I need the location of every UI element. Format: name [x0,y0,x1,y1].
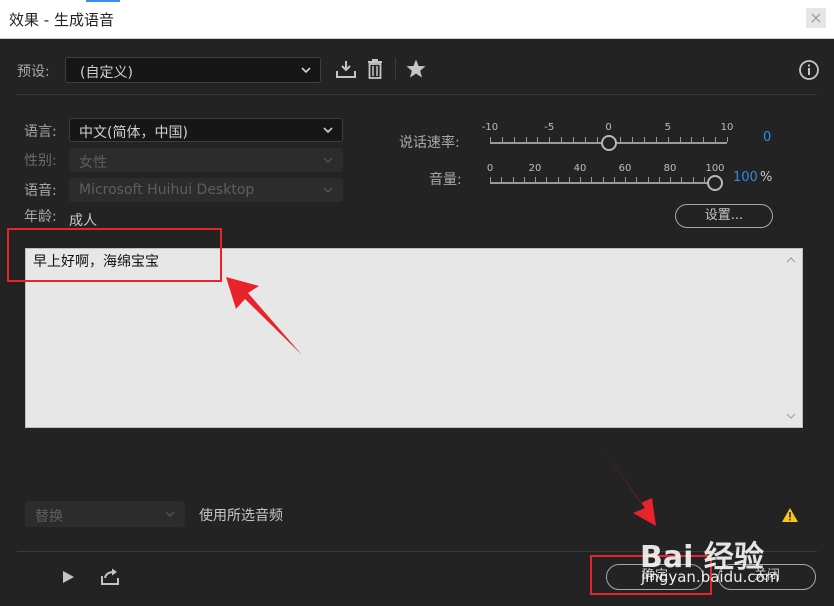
slider-tick [681,177,683,182]
slider-tick [501,137,503,142]
slider-tick-label: 0 [605,122,612,133]
loop-icon[interactable] [100,568,120,586]
slider-tick-label: 10 [720,122,734,133]
slider-tick [636,177,638,182]
slider-tick [679,137,681,142]
slider-tick [525,137,527,142]
slider-tick-label: -5 [544,122,555,133]
slider-tick [727,137,728,142]
slider-tick-label: 60 [618,163,632,174]
slider-tick [703,177,705,182]
slider-tick [703,137,705,142]
slider-tick [561,137,563,142]
slider-tick [715,137,717,142]
slider-tick [513,137,515,142]
slider-tick [632,137,634,142]
replace-value: 替换 [35,509,63,525]
slider-tick [523,177,525,182]
slider-tick [490,177,491,182]
slider-tick [602,177,604,182]
play-icon[interactable] [61,570,75,584]
slider-thumb[interactable] [707,175,723,191]
slider-tick-label: 40 [573,163,587,174]
slider-tick [546,177,548,182]
arrow-to-text [226,277,302,355]
slider-tick [667,137,669,142]
slider-tick-label: 0 [486,163,494,174]
slider-tick [584,137,586,142]
slider-tick [625,177,626,182]
slider-tick [537,137,539,142]
chevron-down-icon [165,511,175,518]
slider-tick [501,177,503,182]
slider-tick-label: 20 [528,163,542,174]
slider-tick [620,137,622,142]
slider-thumb[interactable] [600,135,617,151]
slider-tick-label: 5 [664,122,671,133]
slider-tick [655,137,657,142]
slider-tick [549,137,551,142]
slider-tick [670,177,671,182]
slider-tick [691,137,693,142]
slider-tick [692,177,694,182]
slider-tick [647,177,649,182]
slider-tick [490,137,491,142]
slider-tick [613,177,615,182]
slider-tick [535,177,536,182]
slider-tick [596,137,598,142]
use-selected-audio-label: 使用所选音频 [199,508,283,524]
warning-icon[interactable] [781,507,799,523]
slider-tick [591,177,593,182]
slider-tick [658,177,660,182]
slider-tick [557,177,559,182]
slider-tick-label: 100 [705,163,725,174]
watermark-url: jingyan.baidu.com [641,568,780,586]
slider-tick [644,137,646,142]
replace-dropdown[interactable]: 替换 [25,501,185,527]
slider-tick-label: -10 [481,122,499,133]
slider-tick [572,137,574,142]
slider-tick-label: 80 [663,163,677,174]
slider-tick [568,177,570,182]
arrow-to-ok-button [596,440,656,526]
slider-tick [512,177,514,182]
slider-tick [580,177,581,182]
slider-track[interactable] [490,182,715,184]
